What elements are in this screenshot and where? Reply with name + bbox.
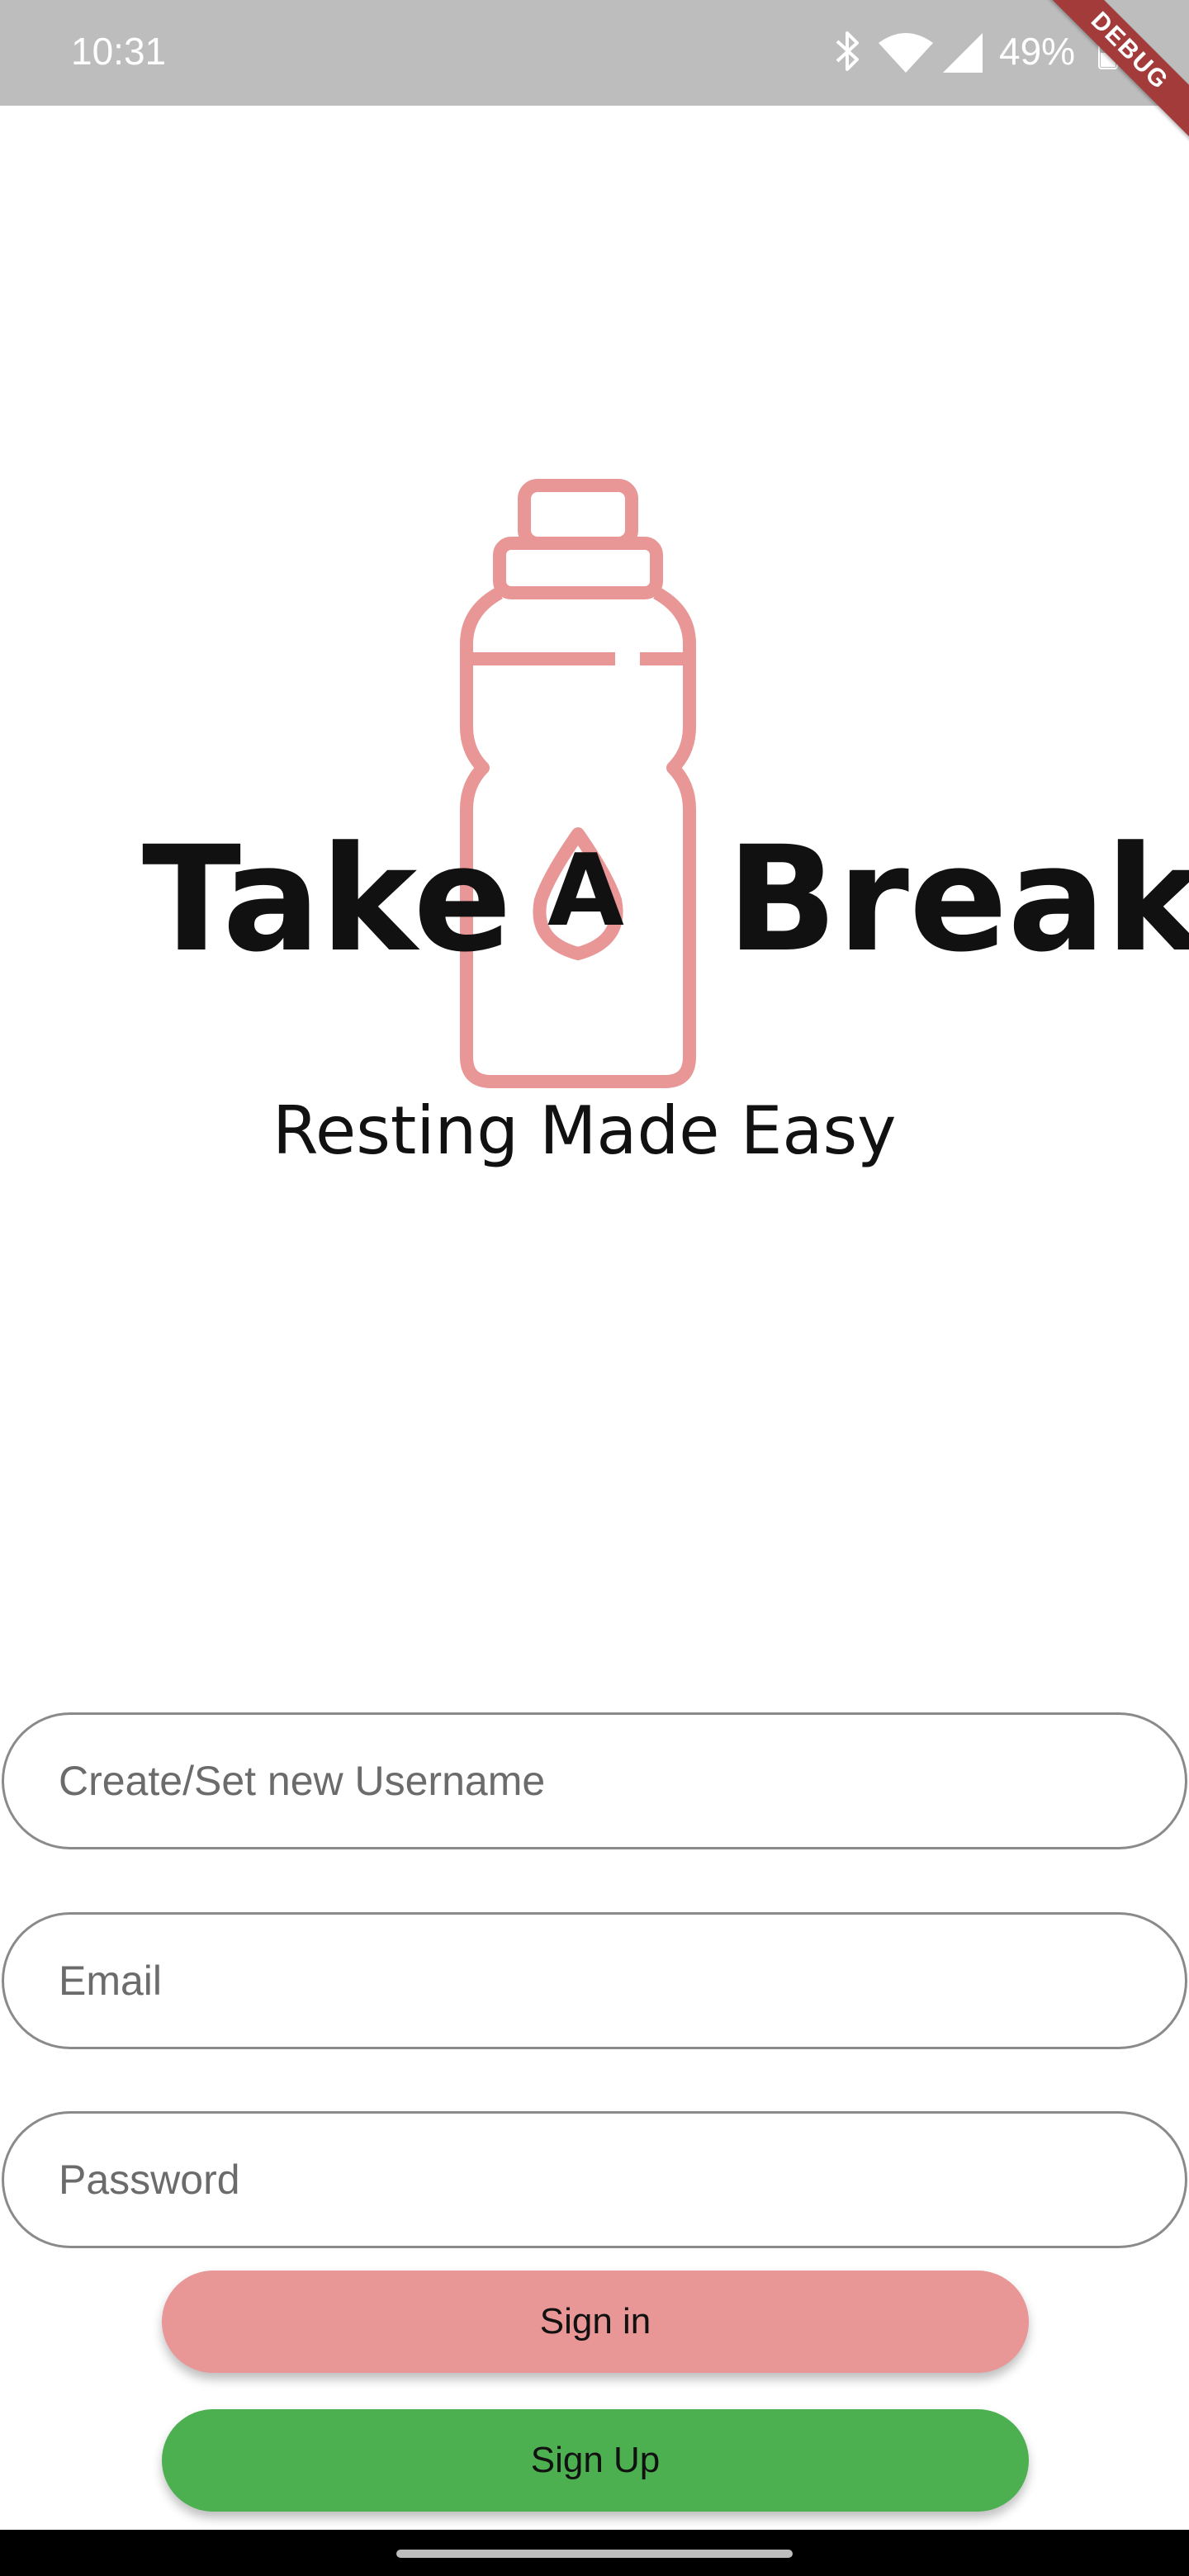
- email-field[interactable]: [2, 1912, 1187, 2049]
- status-bar: 10:31 49%: [0, 0, 1189, 106]
- water-bottle-icon: [460, 479, 696, 1088]
- logo-drop-letter: A: [547, 834, 624, 949]
- battery-percentage: 49%: [999, 30, 1076, 73]
- wifi-icon: [879, 33, 933, 73]
- navigation-bar: [0, 2530, 1189, 2576]
- sign-in-button[interactable]: Sign in: [162, 2271, 1029, 2373]
- logo-word-break: Break: [727, 815, 1189, 984]
- status-time: 10:31: [71, 30, 167, 73]
- signal-icon: [943, 33, 983, 73]
- app-logo: Take A Break Resting Made Easy: [0, 462, 1189, 1205]
- password-input[interactable]: [59, 2114, 1132, 2246]
- email-input[interactable]: [59, 1915, 1132, 2047]
- bluetooth-icon: [836, 31, 859, 71]
- password-field[interactable]: [2, 2111, 1187, 2248]
- logo-tagline: Resting Made Easy: [272, 1092, 897, 1169]
- sign-up-button[interactable]: Sign Up: [162, 2409, 1029, 2512]
- username-input[interactable]: [59, 1715, 1132, 1847]
- username-field[interactable]: [2, 1712, 1187, 1849]
- home-gesture-handle[interactable]: [396, 2550, 793, 2558]
- logo-word-take: Take: [142, 815, 512, 984]
